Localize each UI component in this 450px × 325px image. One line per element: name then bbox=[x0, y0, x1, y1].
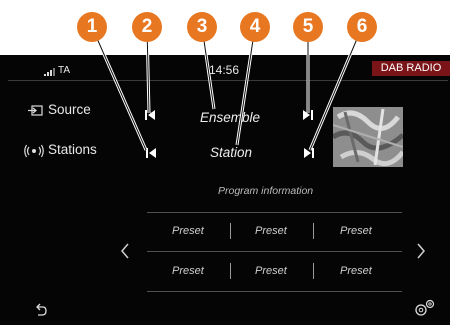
source-button[interactable]: Source bbox=[28, 100, 98, 120]
separator bbox=[313, 263, 314, 279]
infotainment-screen: TA 14:56 DAB RADIO Source Stations Ensem… bbox=[0, 55, 450, 325]
back-icon[interactable] bbox=[34, 303, 48, 317]
source-label: Source bbox=[48, 102, 91, 117]
separator bbox=[230, 223, 231, 239]
preset-button[interactable]: Preset bbox=[255, 225, 287, 237]
preset-button[interactable]: Preset bbox=[172, 265, 204, 277]
program-information: Program information bbox=[218, 185, 314, 197]
divider bbox=[147, 291, 402, 292]
prev-station-icon[interactable] bbox=[146, 148, 156, 158]
settings-icon[interactable] bbox=[414, 299, 436, 317]
callout-2: 2 bbox=[132, 12, 162, 42]
stations-label: Stations bbox=[48, 142, 97, 157]
prev-ensemble-icon[interactable] bbox=[145, 110, 155, 120]
divider bbox=[147, 212, 402, 213]
next-station-icon[interactable] bbox=[304, 148, 314, 158]
ta-indicator: TA bbox=[58, 65, 71, 76]
stations-icon bbox=[24, 144, 44, 158]
stations-button[interactable]: Stations bbox=[24, 141, 104, 161]
ensemble-name: Ensemble bbox=[200, 110, 261, 125]
preset-button[interactable]: Preset bbox=[255, 265, 287, 277]
preset-button[interactable]: Preset bbox=[340, 265, 372, 277]
source-icon bbox=[28, 105, 43, 116]
preset-button[interactable]: Preset bbox=[172, 225, 204, 237]
callout-6: 6 bbox=[347, 12, 377, 42]
chevron-left-icon[interactable] bbox=[120, 243, 130, 259]
preset-button[interactable]: Preset bbox=[340, 225, 372, 237]
callout-1: 1 bbox=[77, 12, 107, 42]
status-bar: TA 14:56 DAB RADIO bbox=[0, 59, 450, 79]
callout-3: 3 bbox=[187, 12, 217, 42]
dab-radio-badge: DAB RADIO bbox=[372, 61, 450, 76]
next-ensemble-icon[interactable] bbox=[303, 110, 313, 120]
divider bbox=[8, 80, 448, 81]
signal-icon bbox=[44, 68, 55, 76]
station-artwork bbox=[333, 107, 403, 167]
callout-5: 5 bbox=[293, 12, 323, 42]
station-name: Station bbox=[210, 145, 253, 160]
chevron-right-icon[interactable] bbox=[416, 243, 426, 259]
separator bbox=[230, 263, 231, 279]
divider bbox=[147, 251, 402, 252]
clock: 14:56 bbox=[209, 63, 240, 77]
separator bbox=[313, 223, 314, 239]
callout-4: 4 bbox=[240, 12, 270, 42]
